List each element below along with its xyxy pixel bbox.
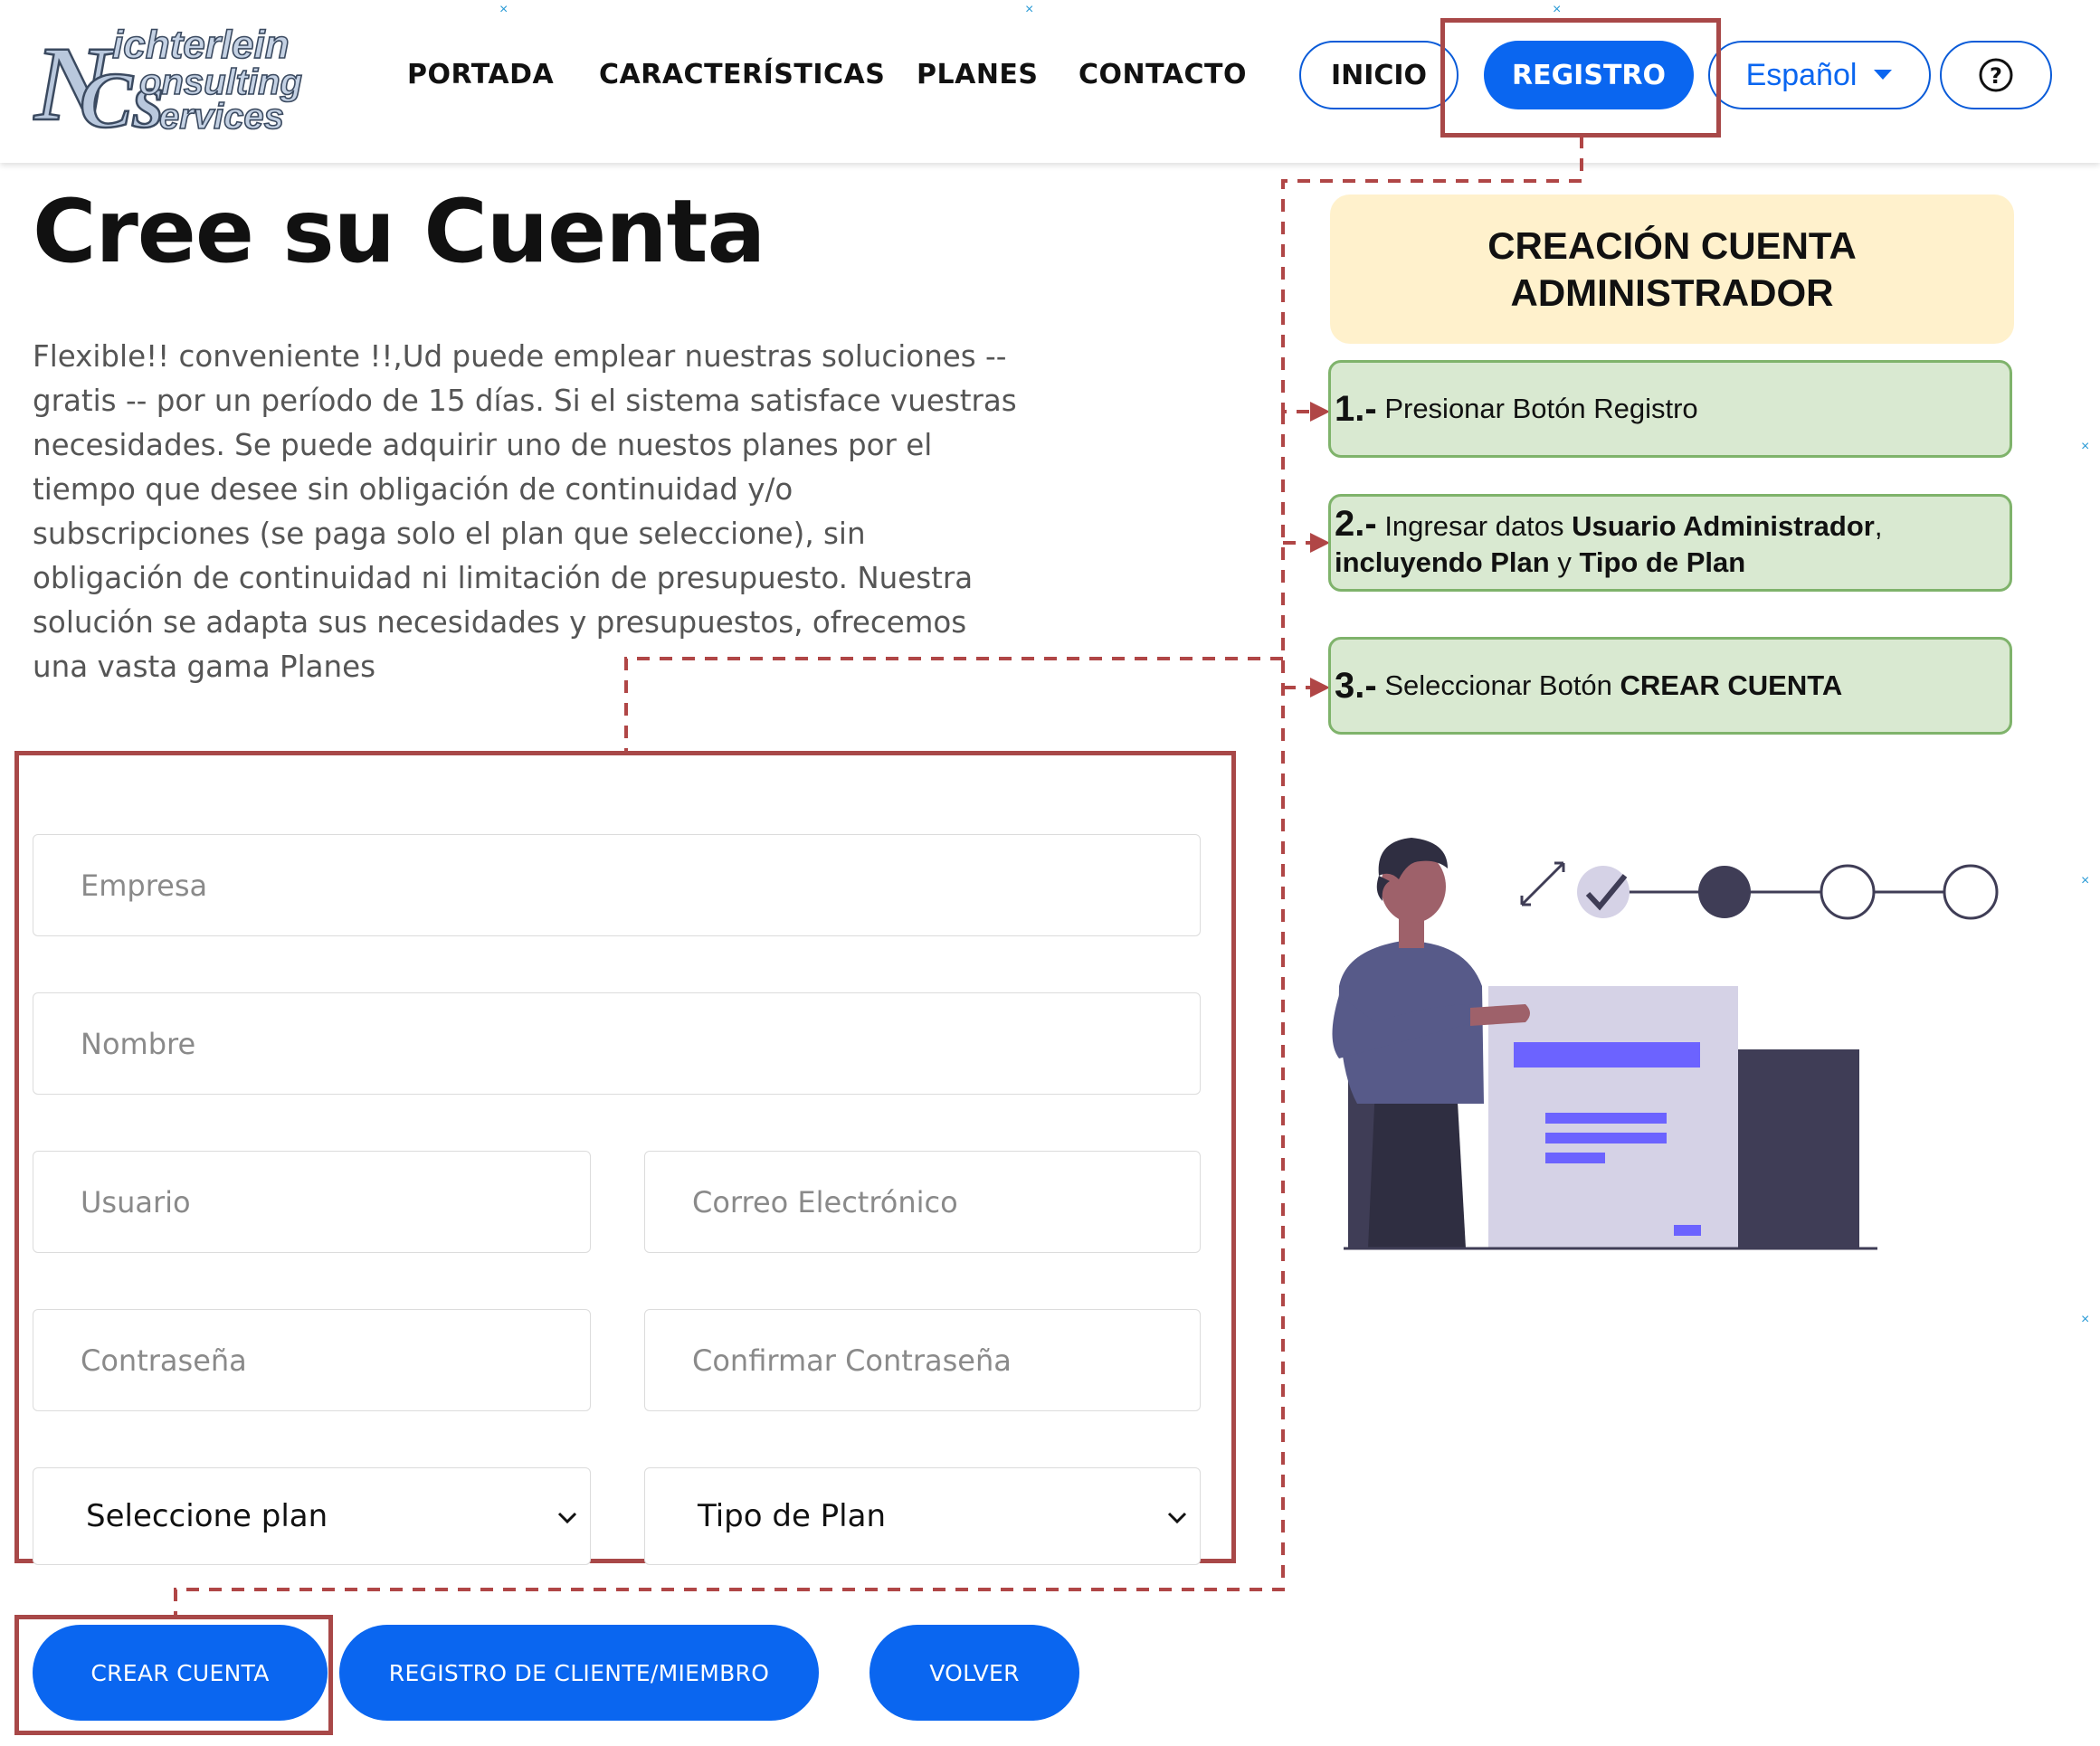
intro-text: Flexible!! conveniente !!,Ud puede emple… (33, 335, 1037, 689)
progress-step-current (1698, 866, 1751, 918)
guide-title-line2: ADMINISTRADOR (1510, 270, 1834, 314)
guide-title-line1: CREACIÓN CUENTA (1487, 223, 1857, 267)
progress-step-done (1577, 866, 1630, 918)
resize-arrow-icon (1520, 861, 1565, 906)
guide-step-2: 2.- Ingresar datos Usuario Administrador… (1328, 494, 2012, 592)
intro-line: tiempo que desee sin obligación de conti… (33, 472, 793, 507)
step-bold-text: incluyendo Plan (1335, 546, 1550, 578)
usuario-input[interactable]: Usuario (33, 1151, 591, 1253)
confirmar-contrasena-input[interactable]: Confirmar Contraseña (644, 1309, 1201, 1411)
registro-cliente-button[interactable]: REGISTRO DE CLIENTE/MIEMBRO (339, 1625, 819, 1721)
intro-line: subscripciones (se paga solo el plan que… (33, 517, 866, 551)
empresa-input[interactable]: Empresa (33, 834, 1201, 936)
x-marker-icon: × (2081, 439, 2090, 454)
step-number: 3.- (1335, 665, 1377, 706)
x-marker-icon: × (2081, 873, 2090, 888)
document-line (1545, 1113, 1667, 1124)
volver-button[interactable]: VOLVER (869, 1625, 1079, 1721)
intro-line: necesidades. Se puede adquirir uno de nu… (33, 428, 933, 462)
step-bold-text: Tipo de Plan (1579, 546, 1746, 578)
step-text: Presionar Botón Registro (1384, 393, 1698, 424)
contrasena-input[interactable]: Contraseña (33, 1309, 591, 1411)
step-number: 1.- (1335, 388, 1377, 429)
tipo-plan-select-value: Tipo de Plan (698, 1498, 887, 1534)
intro-line: obligación de continuidad ni limitación … (33, 561, 974, 595)
intro-line: Flexible!! conveniente !!,Ud puede emple… (33, 339, 1007, 374)
correo-input[interactable]: Correo Electrónico (644, 1151, 1201, 1253)
document-button (1674, 1225, 1701, 1236)
step-number: 2.- (1335, 503, 1377, 544)
progress-step (1943, 864, 1999, 920)
progress-step (1820, 864, 1876, 920)
crear-cuenta-button[interactable]: CREAR CUENTA (33, 1625, 328, 1721)
tipo-plan-select[interactable]: Tipo de Plan (644, 1467, 1201, 1565)
plan-select[interactable]: Seleccione plan (33, 1467, 591, 1565)
nombre-input[interactable]: Nombre (33, 992, 1201, 1095)
intro-line: gratis -- por un período de 15 días. Si … (33, 384, 1017, 418)
guide-step-1: 1.- Presionar Botón Registro (1328, 360, 2012, 458)
page-title: Cree su Cuenta (33, 181, 765, 282)
chevron-down-icon (557, 1512, 577, 1524)
step-text: , (1874, 509, 1883, 542)
signup-illustration (1332, 838, 1999, 1250)
step-bold-text: Usuario Administrador (1572, 509, 1875, 542)
step-text: y (1549, 546, 1580, 578)
document-header-bar (1514, 1042, 1700, 1068)
chevron-down-icon (1167, 1512, 1187, 1524)
plan-select-value: Seleccione plan (86, 1498, 328, 1534)
guide-step-3: 3.- Seleccionar Botón CREAR CUENTA (1328, 637, 2012, 735)
document-line (1545, 1133, 1667, 1143)
step-text: Ingresar datos (1384, 509, 1573, 542)
document-line (1545, 1153, 1605, 1163)
intro-line: solución se adapta sus necesidades y pre… (33, 605, 967, 640)
guide-title: CREACIÓN CUENTA ADMINISTRADOR (1330, 195, 2014, 344)
step-text: Seleccionar Botón (1384, 669, 1620, 701)
x-marker-icon: × (2081, 1312, 2090, 1327)
step-bold-text: CREAR CUENTA (1620, 669, 1843, 701)
intro-line: una vasta gama Planes (33, 650, 376, 684)
